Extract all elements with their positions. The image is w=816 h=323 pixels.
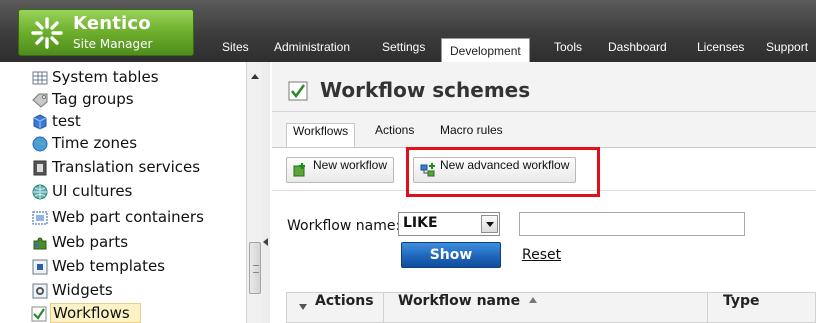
template-icon bbox=[32, 259, 48, 275]
grid-header-workflow-name[interactable]: Workflow name bbox=[398, 293, 537, 322]
tree-item-ui-cultures[interactable]: UI cultures bbox=[32, 182, 133, 202]
reset-link[interactable]: Reset bbox=[522, 247, 561, 263]
menu-item-settings[interactable]: Settings bbox=[382, 40, 425, 62]
main-menu: Sites Administration Settings Developmen… bbox=[0, 38, 816, 62]
tab-macro-rules[interactable]: Macro rules bbox=[434, 123, 509, 147]
tree-item-system-tables[interactable]: System tables bbox=[32, 68, 159, 88]
tree-item-label: Translation services bbox=[52, 158, 201, 176]
menu-item-licenses[interactable]: Licenses bbox=[697, 40, 744, 62]
sort-up-icon bbox=[528, 297, 537, 303]
menu-item-dashboard[interactable]: Dashboard bbox=[608, 40, 667, 62]
tree-item-label: Tag groups bbox=[52, 90, 134, 108]
grip-icon bbox=[253, 265, 259, 273]
tree-item-translation-services[interactable]: Translation services bbox=[33, 158, 201, 178]
tree-item-test[interactable]: test bbox=[33, 112, 81, 132]
tree-item-widgets[interactable]: Widgets bbox=[32, 281, 113, 301]
tree-scrollbar[interactable] bbox=[246, 62, 262, 323]
workflow-name-header-label: Workflow name bbox=[398, 293, 521, 309]
puzzle-icon bbox=[33, 237, 47, 250]
tree-item-web-parts[interactable]: Web parts bbox=[33, 233, 129, 253]
scrollbar-thumb[interactable] bbox=[249, 242, 261, 294]
highlight-box bbox=[406, 147, 600, 197]
tab-bar: Workflows Actions Macro rules bbox=[272, 112, 816, 147]
tree-item-label: test bbox=[52, 112, 81, 130]
menu-item-tools[interactable]: Tools bbox=[554, 40, 582, 62]
tab-workflows[interactable]: Workflows bbox=[286, 123, 356, 147]
cube-icon bbox=[33, 114, 47, 130]
tree-item-label: Web part containers bbox=[52, 208, 204, 226]
checkmark-icon bbox=[31, 306, 47, 322]
new-workflow-icon bbox=[293, 163, 305, 177]
filter-panel: Workflow name: LIKE Show Reset bbox=[272, 191, 816, 283]
new-workflow-label: New workflow bbox=[313, 158, 388, 172]
show-button[interactable]: Show bbox=[401, 242, 501, 268]
tree-item-label: System tables bbox=[52, 68, 159, 86]
widget-icon bbox=[32, 283, 48, 299]
tree-item-label: Time zones bbox=[52, 134, 138, 152]
translation-icon bbox=[33, 160, 47, 176]
top-bar: Kentico Site Manager Sites Administratio… bbox=[0, 0, 816, 62]
globe-clock-icon bbox=[32, 136, 48, 152]
menu-item-development[interactable]: Development bbox=[441, 38, 530, 62]
grid-header: Actions Workflow name Type bbox=[286, 292, 816, 323]
menu-item-sites[interactable]: Sites bbox=[222, 40, 249, 62]
pane-splitter[interactable] bbox=[262, 62, 270, 323]
page-header: Workflow schemes bbox=[272, 62, 816, 112]
tab-actions[interactable]: Actions bbox=[369, 123, 420, 147]
tree-item-workflows[interactable]: Workflows bbox=[31, 303, 141, 323]
tree-item-time-zones[interactable]: Time zones bbox=[32, 134, 138, 154]
tree-item-tag-groups[interactable]: Tag groups bbox=[32, 90, 134, 110]
table-icon bbox=[32, 71, 48, 85]
tree-item-web-part-containers[interactable]: Web part containers bbox=[32, 208, 204, 228]
chevron-down-icon[interactable] bbox=[481, 215, 498, 233]
sort-down-icon[interactable] bbox=[299, 304, 307, 310]
scroll-up-arrow-icon[interactable] bbox=[251, 74, 259, 79]
workflow-name-input[interactable] bbox=[519, 212, 745, 236]
grid-header-actions[interactable]: Actions bbox=[315, 293, 374, 322]
menu-item-support[interactable]: Support bbox=[766, 40, 808, 62]
workflow-checkmark-icon bbox=[288, 81, 308, 101]
tree-item-label: Web parts bbox=[52, 233, 129, 251]
collapse-arrow-icon[interactable] bbox=[263, 238, 268, 246]
tree-item-label: Widgets bbox=[52, 281, 113, 299]
grid-header-type[interactable]: Type bbox=[723, 293, 760, 322]
column-separator bbox=[707, 293, 708, 322]
globe-icon bbox=[32, 184, 48, 200]
tree-item-label: Web templates bbox=[52, 257, 165, 275]
column-separator bbox=[383, 293, 384, 322]
page-title: Workflow schemes bbox=[320, 78, 531, 102]
brand-name: Kentico bbox=[73, 13, 151, 34]
operator-value: LIKE bbox=[403, 215, 438, 231]
tag-icon bbox=[32, 93, 48, 108]
workflow-name-label: Workflow name: bbox=[287, 218, 401, 234]
container-icon bbox=[32, 211, 48, 225]
new-workflow-button[interactable]: New workflow bbox=[286, 157, 395, 183]
tree-item-label: Workflows bbox=[53, 304, 130, 322]
tree-item-label: UI cultures bbox=[52, 182, 133, 200]
tree-item-web-templates[interactable]: Web templates bbox=[32, 257, 165, 277]
operator-select[interactable]: LIKE bbox=[398, 212, 500, 236]
menu-item-administration[interactable]: Administration bbox=[274, 40, 350, 62]
sidebar-tree: System tables Tag groups test Time zones… bbox=[0, 62, 270, 323]
